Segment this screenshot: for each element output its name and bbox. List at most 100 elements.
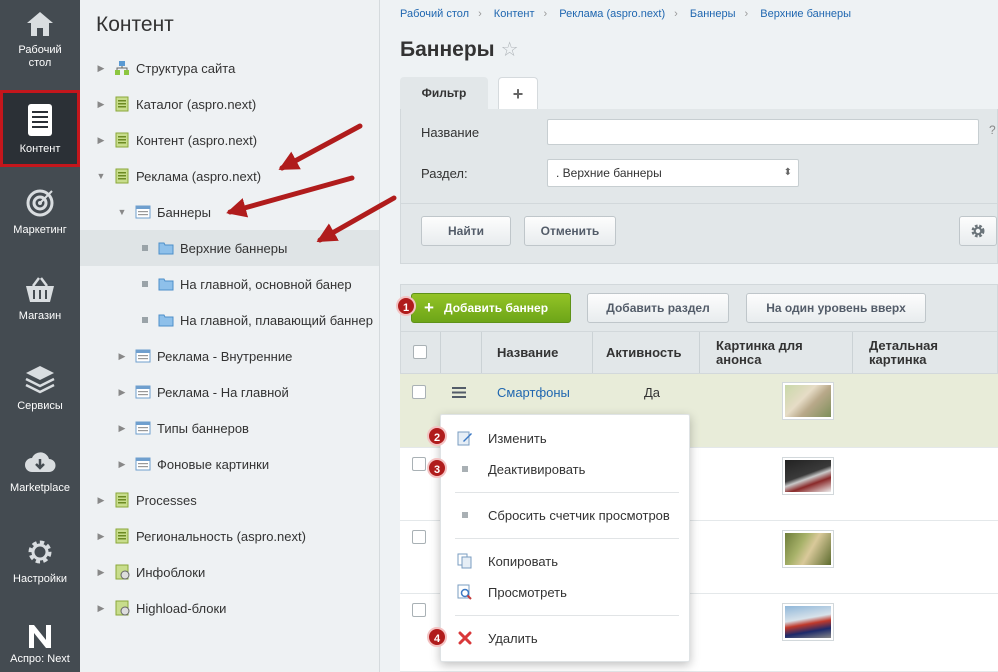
tree-item-highload[interactable]: ▶ Highload-блоки xyxy=(96,590,226,626)
rail-item-services[interactable]: Сервисы xyxy=(0,364,80,413)
row-active-value: Да xyxy=(644,385,661,400)
add-filter-tab-button[interactable]: + xyxy=(498,77,538,109)
tree-item-content[interactable]: ▶ Контент (aspro.next) xyxy=(96,122,257,158)
tree-label: Каталог (aspro.next) xyxy=(136,96,257,112)
filter-settings-button[interactable] xyxy=(959,216,997,246)
breadcrumb-item[interactable]: Верхние баннеры xyxy=(760,8,851,20)
expand-arrow-icon[interactable]: ▶ xyxy=(96,495,106,506)
rail-item-marketplace[interactable]: Marketplace xyxy=(0,450,80,495)
preview-thumbnail[interactable] xyxy=(782,530,834,568)
tree-item-floating-banner[interactable]: На главной, плавающий баннер xyxy=(140,302,373,338)
rail-label: Контент xyxy=(19,143,61,155)
rail-item-aspro[interactable]: Аспро: Next xyxy=(0,622,80,669)
expand-arrow-icon[interactable]: ▶ xyxy=(96,99,106,110)
tab-filter[interactable]: Фильтр xyxy=(400,77,488,109)
expand-arrow-icon[interactable]: ▶ xyxy=(96,603,106,614)
menu-item-reset-counter[interactable]: Сбросить счетчик просмотров xyxy=(441,500,689,530)
breadcrumb-item[interactable]: Баннеры xyxy=(690,8,736,20)
row-checkbox[interactable] xyxy=(412,603,426,617)
expand-arrow-icon[interactable]: ▶ xyxy=(96,531,106,542)
column-preview-image[interactable]: Картинка для анонса xyxy=(700,332,853,373)
preview-thumbnail[interactable] xyxy=(782,382,834,420)
menu-item-delete[interactable]: Удалить xyxy=(441,623,689,653)
tree-label: Структура сайта xyxy=(136,60,236,76)
infoblock-settings-icon xyxy=(115,564,130,580)
level-up-button[interactable]: На один уровень вверх xyxy=(746,293,926,323)
rail-item-content[interactable]: Контент xyxy=(0,90,80,167)
tree-item-banners[interactable]: ▼ Баннеры xyxy=(117,194,211,230)
expand-arrow-icon[interactable]: ▶ xyxy=(117,387,127,398)
rail-item-desktop[interactable]: Рабочий стол xyxy=(0,10,80,70)
collapse-arrow-icon[interactable]: ▼ xyxy=(117,207,127,217)
select-all-checkbox[interactable] xyxy=(413,345,427,359)
rail-label: Настройки xyxy=(13,573,67,585)
iblock-icon xyxy=(115,528,129,544)
menu-item-edit[interactable]: Изменить xyxy=(441,423,689,453)
row-checkbox[interactable] xyxy=(412,457,426,471)
expand-arrow-icon[interactable]: ▶ xyxy=(117,423,127,434)
row-checkbox[interactable] xyxy=(412,385,426,399)
site-structure-icon xyxy=(115,61,129,75)
filter-panel: Название ? Раздел: . Верхние баннеры ⬍ Н… xyxy=(400,109,998,264)
preview-thumbnail[interactable] xyxy=(782,603,834,641)
cancel-button[interactable]: Отменить xyxy=(524,216,616,246)
section-select[interactable]: . Верхние баннеры ⬍ xyxy=(547,159,799,187)
rail-item-settings[interactable]: Настройки xyxy=(0,537,80,586)
list-page-icon xyxy=(135,385,151,399)
tree-item-processes[interactable]: ▶ Processes xyxy=(96,482,197,518)
add-banner-button[interactable]: + Добавить баннер xyxy=(411,293,571,323)
breadcrumb-item[interactable]: Реклама (aspro.next) xyxy=(559,8,665,20)
select-all-cell xyxy=(401,332,441,373)
tree-item-main-banner[interactable]: На главной, основной банер xyxy=(140,266,352,302)
expand-arrow-icon[interactable]: ▶ xyxy=(117,459,127,470)
breadcrumb-item[interactable]: Контент xyxy=(494,8,535,20)
tree-item-regionality[interactable]: ▶ Региональность (aspro.next) xyxy=(96,518,306,554)
expand-arrow-icon[interactable]: ▶ xyxy=(96,63,106,74)
menu-item-copy[interactable]: Копировать xyxy=(441,546,689,576)
expand-arrow-icon[interactable]: ▶ xyxy=(96,567,106,578)
tree-item-ads-internal[interactable]: ▶ Реклама - Внутренние xyxy=(117,338,293,374)
preview-thumbnail[interactable] xyxy=(782,457,834,495)
tree-item-advertising[interactable]: ▼ Реклама (aspro.next) xyxy=(96,158,261,194)
row-checkbox[interactable] xyxy=(412,530,426,544)
tree-item-catalog[interactable]: ▶ Каталог (aspro.next) xyxy=(96,86,256,122)
tree-label: Фоновые картинки xyxy=(157,456,270,472)
select-arrows-icon: ⬍ xyxy=(783,167,792,178)
tree-item-banner-types[interactable]: ▶ Типы баннеров xyxy=(117,410,249,446)
row-name-link[interactable]: Смартфоны xyxy=(497,385,570,400)
help-icon[interactable]: ? xyxy=(989,123,996,137)
breadcrumb-item[interactable]: Рабочий стол xyxy=(400,8,469,20)
tree-item-backgrounds[interactable]: ▶ Фоновые картинки xyxy=(117,446,270,482)
collapse-arrow-icon[interactable]: ▼ xyxy=(96,171,106,181)
highload-settings-icon xyxy=(115,600,130,616)
rail-item-shop[interactable]: Магазин xyxy=(0,276,80,323)
name-input[interactable] xyxy=(547,119,979,145)
tree-item-site-structure[interactable]: ▶ Структура сайта xyxy=(96,50,236,86)
add-section-button[interactable]: Добавить раздел xyxy=(587,293,729,323)
column-detail-image[interactable]: Детальная картинка xyxy=(853,332,998,373)
expand-arrow-icon[interactable]: ▶ xyxy=(117,351,127,362)
expand-arrow-icon[interactable]: ▶ xyxy=(96,135,106,146)
home-icon xyxy=(27,12,53,36)
column-active[interactable]: Активность xyxy=(593,332,700,373)
rail-item-marketing[interactable]: Маркетинг xyxy=(0,188,80,237)
layers-icon xyxy=(25,366,55,394)
tree-item-top-banners[interactable]: Верхние баннеры xyxy=(80,230,379,266)
copy-icon xyxy=(457,553,472,569)
menu-item-deactivate[interactable]: Деактивировать xyxy=(441,454,689,484)
tree-label: Контент (aspro.next) xyxy=(136,132,258,148)
step-badge-3: 3 xyxy=(427,458,447,478)
iblock-icon xyxy=(115,492,129,508)
favorite-star-icon[interactable]: ☆ xyxy=(501,39,519,61)
step-badge-1: 1 xyxy=(396,296,416,316)
tree-item-ads-main[interactable]: ▶ Реклама - На главной xyxy=(117,374,289,410)
menu-item-view[interactable]: Просмотреть xyxy=(441,577,689,607)
tree-item-infoblocks[interactable]: ▶ Инфоблоки xyxy=(96,554,205,590)
find-button[interactable]: Найти xyxy=(421,216,511,246)
hamburger-menu-icon[interactable] xyxy=(452,387,466,398)
bullet-icon xyxy=(462,512,468,518)
bullet-icon xyxy=(142,281,148,287)
list-page-icon xyxy=(135,457,151,471)
column-name[interactable]: Название xyxy=(482,332,593,373)
bullet-icon xyxy=(142,317,148,323)
